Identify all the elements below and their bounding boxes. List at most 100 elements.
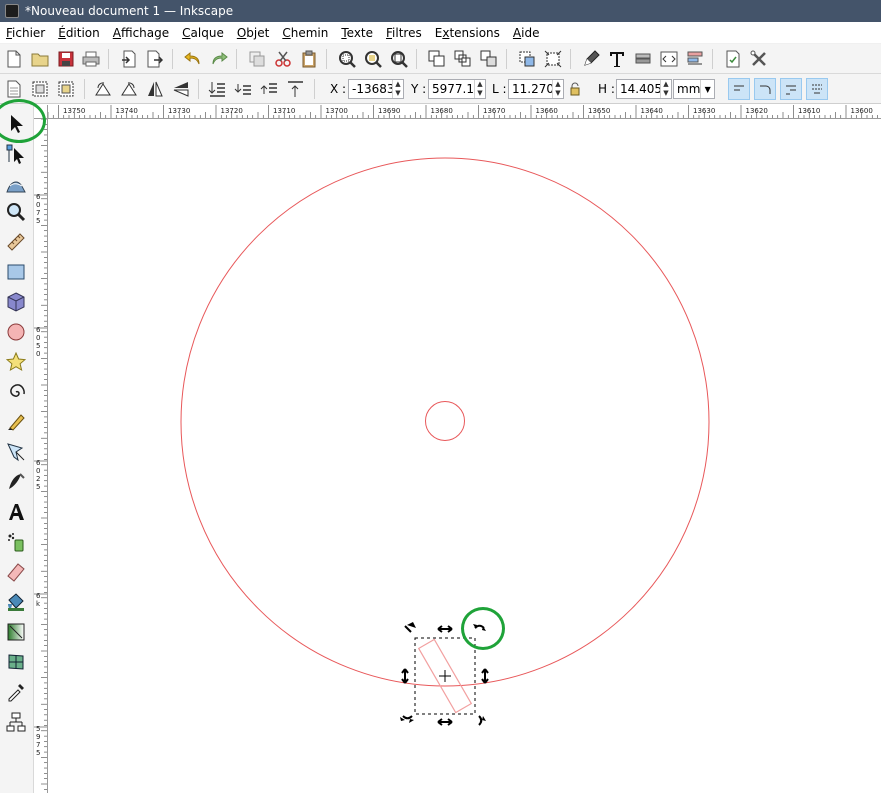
drawing-canvas[interactable]	[49, 120, 881, 793]
xml-editor-icon[interactable]	[658, 48, 680, 70]
skew-handle-bottom[interactable]	[437, 718, 453, 726]
menu-edition[interactable]: Édition	[58, 26, 100, 40]
open-folder-icon[interactable]	[29, 48, 51, 70]
small-circle[interactable]	[425, 401, 465, 441]
zoom-page-icon[interactable]	[388, 48, 410, 70]
calligraphy-tool-icon[interactable]	[4, 470, 28, 494]
eraser-tool-icon[interactable]	[4, 560, 28, 584]
transform-icon[interactable]	[542, 48, 564, 70]
menu-extensions[interactable]: Extensions	[435, 26, 500, 40]
large-circle[interactable]	[180, 157, 710, 687]
print-icon[interactable]	[80, 48, 102, 70]
menu-calque[interactable]: Calque	[182, 26, 224, 40]
dropper-tool-icon[interactable]	[4, 680, 28, 704]
chevron-down-icon: ▼	[700, 80, 714, 98]
align-icon[interactable]	[516, 48, 538, 70]
horizontal-ruler[interactable]: 13750 13740 13730 13720 13710 13700 13690 13680…	[48, 105, 881, 119]
paint-bucket-tool-icon[interactable]	[4, 590, 28, 614]
lower-icon[interactable]	[232, 78, 254, 100]
menu-filtres[interactable]: Filtres	[386, 26, 422, 40]
star-tool-icon[interactable]	[4, 350, 28, 374]
ruler-label: 13660	[536, 107, 558, 115]
mesh-tool-icon[interactable]	[4, 650, 28, 674]
lock-ratio-icon[interactable]	[566, 78, 584, 100]
y-label: Y :	[411, 82, 427, 96]
pen-tool-icon[interactable]	[4, 440, 28, 464]
text-font-icon[interactable]	[606, 48, 628, 70]
spray-tool-icon[interactable]	[4, 530, 28, 554]
text-tool-icon[interactable]	[4, 500, 28, 524]
node-tool-icon[interactable]	[4, 142, 28, 166]
skew-handle-top[interactable]	[437, 625, 453, 633]
rotate-ccw-icon[interactable]	[92, 78, 114, 100]
clone-icon[interactable]	[478, 48, 500, 70]
rotation-center-icon[interactable]	[439, 670, 451, 682]
layers-icon[interactable]	[632, 48, 654, 70]
menu-aide[interactable]: Aide	[513, 26, 540, 40]
align-distribute-icon[interactable]	[684, 48, 706, 70]
raise-icon[interactable]	[258, 78, 280, 100]
import-icon[interactable]	[118, 48, 140, 70]
undo-icon[interactable]	[182, 48, 204, 70]
lower-bottom-icon[interactable]	[206, 78, 228, 100]
box3d-tool-icon[interactable]	[4, 290, 28, 314]
scale-corners-toggle[interactable]	[754, 78, 776, 100]
rotate-handle-bottom-right[interactable]	[478, 715, 486, 726]
menu-chemin[interactable]: Chemin	[282, 26, 328, 40]
ruler-label: 6	[36, 592, 41, 600]
menu-affichage[interactable]: Affichage	[113, 26, 169, 40]
move-patterns-toggle[interactable]	[806, 78, 828, 100]
raise-top-icon[interactable]	[284, 78, 306, 100]
new-document-icon[interactable]	[3, 48, 25, 70]
y-spinbox[interactable]: 5977.18▲▼	[428, 79, 486, 99]
menu-fichier[interactable]: Fichier	[6, 26, 45, 40]
menu-objet[interactable]: Objet	[237, 26, 270, 40]
ruler-label: 0	[36, 334, 40, 342]
deselect-icon[interactable]	[55, 78, 77, 100]
select-all-layers-icon[interactable]	[29, 78, 51, 100]
skew-handle-left[interactable]	[401, 668, 409, 684]
ungroup-icon[interactable]	[452, 48, 474, 70]
tweak-tool-icon[interactable]	[4, 172, 28, 196]
redo-icon[interactable]	[208, 48, 230, 70]
selector-tool-icon[interactable]	[4, 112, 28, 136]
gradient-tool-icon[interactable]	[4, 620, 28, 644]
zoom-selection-icon[interactable]	[336, 48, 358, 70]
ruler-label: 6	[36, 193, 41, 201]
width-spinbox[interactable]: 11.270 ▲ ▼	[508, 79, 564, 99]
paste-icon[interactable]	[298, 48, 320, 70]
preferences-icon[interactable]	[748, 48, 770, 70]
cut-icon[interactable]	[272, 48, 294, 70]
duplicate-icon[interactable]	[246, 48, 268, 70]
save-icon[interactable]	[55, 48, 77, 70]
connector-tool-icon[interactable]	[4, 710, 28, 734]
menu-texte[interactable]: Texte	[341, 26, 373, 40]
rect-tool-icon[interactable]	[4, 260, 28, 284]
select-all-icon[interactable]	[3, 78, 25, 100]
skew-handle-right[interactable]	[481, 668, 489, 684]
title-bar: *Nouveau document 1 — Inkscape	[0, 0, 881, 22]
document-properties-icon[interactable]	[722, 48, 744, 70]
move-gradients-toggle[interactable]	[780, 78, 802, 100]
zoom-drawing-icon[interactable]	[362, 48, 384, 70]
rotate-cw-icon[interactable]	[118, 78, 140, 100]
spiral-tool-icon[interactable]	[4, 380, 28, 404]
ruler-label: 13720	[221, 107, 243, 115]
fill-stroke-icon[interactable]	[580, 48, 602, 70]
zoom-tool-icon[interactable]	[4, 200, 28, 224]
rotate-handle-bottom-left[interactable]	[400, 715, 414, 723]
rotate-handle-top-right[interactable]	[473, 624, 486, 631]
unit-select[interactable]: mm ▼	[673, 79, 715, 99]
vertical-ruler[interactable]: 6075605060256k5975	[34, 119, 48, 793]
pencil-tool-icon[interactable]	[4, 410, 28, 434]
x-spinbox[interactable]: -13683.▲▼	[348, 79, 404, 99]
scale-stroke-toggle[interactable]	[728, 78, 750, 100]
ellipse-tool-icon[interactable]	[4, 320, 28, 344]
group-icon[interactable]	[426, 48, 448, 70]
rotate-handle-top-left[interactable]	[404, 622, 416, 633]
measure-tool-icon[interactable]	[4, 230, 28, 254]
height-spinbox[interactable]: 14.405 ▲ ▼	[616, 79, 672, 99]
flip-vertical-icon[interactable]	[170, 78, 192, 100]
flip-horizontal-icon[interactable]	[144, 78, 166, 100]
export-icon[interactable]	[144, 48, 166, 70]
